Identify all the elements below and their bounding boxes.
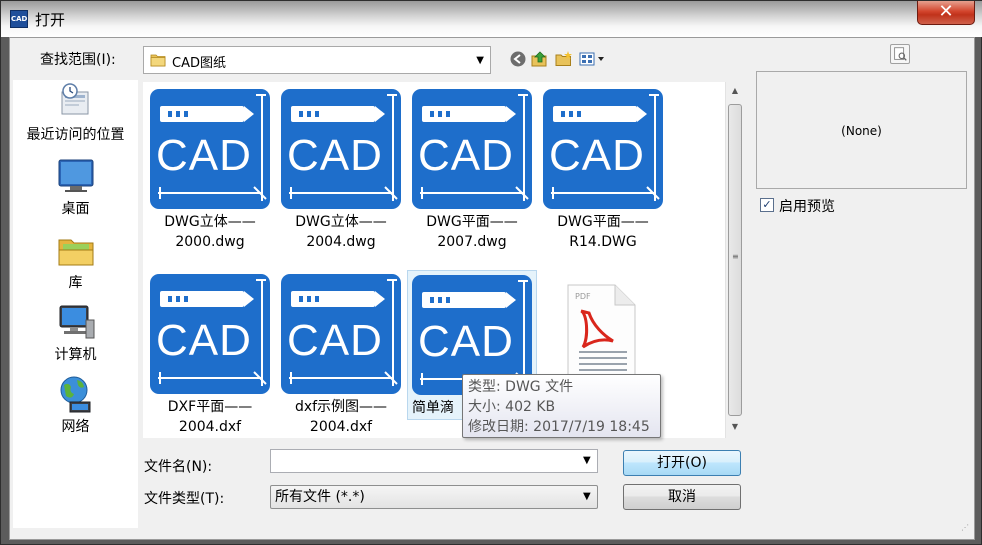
- cad-tile-text: CAD: [287, 316, 383, 365]
- new-folder-icon[interactable]: [555, 50, 573, 68]
- cad-tile-text: CAD: [418, 317, 514, 366]
- preview-pane: (None): [756, 71, 967, 189]
- file-name: DWG平面—— R14.DWG: [557, 214, 649, 250]
- file-item[interactable]: CAD DWG平面—— R14.DWG: [538, 89, 668, 252]
- enable-preview-checkbox[interactable]: ✓: [760, 198, 774, 212]
- file-name-input[interactable]: [270, 449, 598, 473]
- scroll-down-icon[interactable]: ▼: [726, 422, 744, 434]
- chevron-down-icon[interactable]: ▼: [583, 455, 591, 466]
- libraries-icon: [58, 239, 93, 266]
- resize-grip-icon[interactable]: ⋰: [961, 524, 973, 538]
- dialog-body: 查找范围(I): CAD图纸 ▼ 最近访问的位置 桌面 库 计算机 网络 CAD…: [9, 37, 975, 540]
- look-in-label: 查找范围(I):: [40, 52, 116, 68]
- file-item[interactable]: CAD DWG平面—— 2007.dwg: [407, 89, 537, 252]
- scroll-up-icon[interactable]: ▲: [726, 86, 744, 98]
- close-button[interactable]: ✕: [917, 1, 975, 25]
- computer-icon: [59, 305, 94, 339]
- network-globe-icon: [60, 376, 90, 413]
- window-title: 打开: [35, 11, 66, 29]
- cad-file-icon: CAD: [281, 89, 401, 209]
- place-network-label: 网络: [61, 419, 90, 435]
- file-type-dropdown[interactable]: 所有文件 (*.*): [270, 485, 598, 509]
- place-recent[interactable]: 最近访问的位置: [13, 82, 138, 144]
- file-name: DWG平面—— 2007.dwg: [426, 214, 518, 250]
- cad-file-icon: CAD: [543, 89, 663, 209]
- place-libraries-label: 库: [68, 275, 83, 291]
- place-network[interactable]: 网络: [13, 374, 138, 436]
- file-item[interactable]: CAD DWG立体—— 2000.dwg: [145, 89, 275, 252]
- file-name: DXF平面—— 2004.dxf: [167, 399, 253, 435]
- open-button[interactable]: 打开(O): [623, 450, 741, 476]
- place-desktop[interactable]: 桌面: [13, 156, 138, 218]
- up-folder-icon[interactable]: [531, 50, 549, 68]
- file-name-label: 文件名(N):: [144, 459, 213, 475]
- cad-tile-text: CAD: [156, 131, 252, 180]
- folder-icon: [150, 54, 166, 67]
- look-in-dropdown[interactable]: CAD图纸 ▼: [143, 46, 491, 74]
- place-recent-label: 最近访问的位置: [26, 127, 125, 143]
- file-item[interactable]: CAD DXF平面—— 2004.dxf: [145, 274, 275, 437]
- cad-file-icon: CAD: [281, 274, 401, 394]
- title-bar: CAD 打开 ✕: [1, 1, 982, 37]
- back-icon[interactable]: [509, 50, 527, 68]
- file-name: DWG立体—— 2000.dwg: [164, 214, 256, 250]
- cad-file-icon: CAD: [150, 274, 270, 394]
- look-in-value: CAD图纸: [172, 56, 226, 71]
- preview-none-text: (None): [841, 124, 882, 138]
- file-type-label: 文件类型(T):: [144, 491, 225, 507]
- place-computer[interactable]: 计算机: [13, 302, 138, 364]
- tooltip-size: 大小: 402 KB: [468, 399, 556, 415]
- recent-places-icon: [61, 83, 88, 115]
- file-name: dxf示例图—— 2004.dxf: [294, 399, 388, 435]
- cad-app-icon: CAD: [10, 10, 28, 28]
- place-desktop-label: 桌面: [61, 201, 90, 217]
- scroll-thumb[interactable]: ≡: [728, 104, 742, 416]
- place-computer-label: 计算机: [54, 347, 97, 363]
- cad-tile-text: CAD: [418, 131, 514, 180]
- chevron-down-icon: ▼: [476, 55, 484, 66]
- cancel-button[interactable]: 取消: [623, 484, 741, 510]
- cad-tile-text: CAD: [156, 316, 252, 365]
- file-name: DWG立体—— 2004.dwg: [295, 214, 387, 250]
- grip-icon: ≡: [732, 252, 739, 261]
- place-libraries[interactable]: 库: [13, 230, 138, 292]
- pdf-tag-text: PDF: [575, 292, 591, 301]
- enable-preview-label[interactable]: 启用预览: [779, 196, 835, 216]
- file-item[interactable]: CAD DWG立体—— 2004.dwg: [276, 89, 406, 252]
- cad-tile-text: CAD: [549, 131, 645, 180]
- cad-file-icon: CAD: [412, 89, 532, 209]
- desktop-icon: [58, 159, 93, 192]
- preview-pane-toggle-icon[interactable]: [890, 44, 910, 64]
- tooltip-type: 类型: DWG 文件: [468, 379, 574, 395]
- file-list-scrollbar[interactable]: ▲ ≡ ▼: [725, 82, 743, 438]
- cad-tile-text: CAD: [287, 131, 383, 180]
- file-info-tooltip: 类型: DWG 文件 大小: 402 KB 修改日期: 2017/7/19 18…: [462, 374, 661, 438]
- cad-file-icon: CAD: [150, 89, 270, 209]
- open-file-dialog: CAD 打开 ✕ 查找范围(I): CAD图纸 ▼ 最近访问的位置 桌面 库 计…: [0, 0, 982, 545]
- chevron-down-icon[interactable]: ▼: [583, 491, 591, 502]
- places-bar: 最近访问的位置 桌面 库 计算机 网络: [13, 80, 138, 528]
- tooltip-modified: 修改日期: 2017/7/19 18:45: [468, 419, 650, 435]
- view-menu-icon[interactable]: [579, 50, 607, 68]
- file-item[interactable]: CAD dxf示例图—— 2004.dxf: [276, 274, 406, 437]
